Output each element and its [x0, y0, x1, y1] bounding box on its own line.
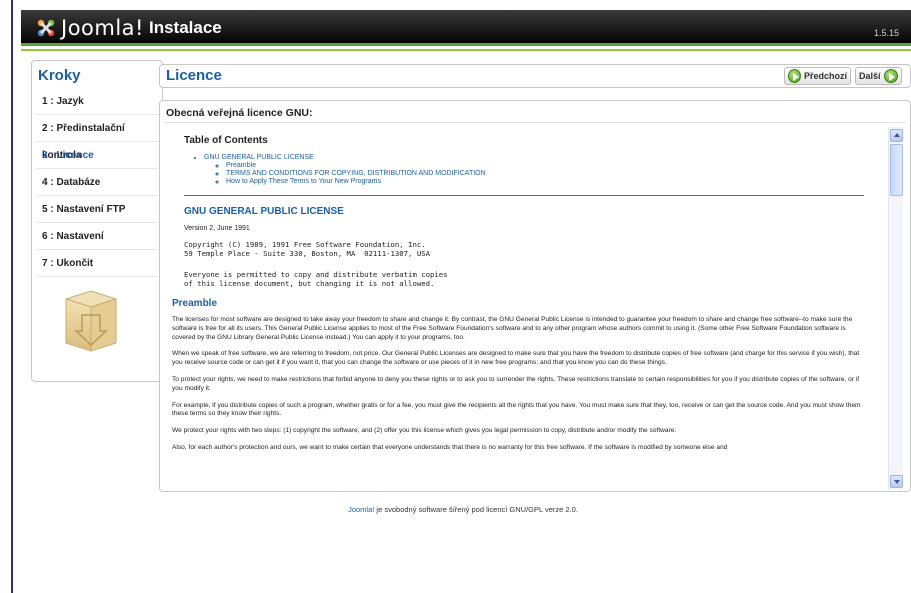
divider [164, 122, 906, 123]
horizontal-rule [184, 195, 864, 196]
joomla-link[interactable]: Joomla! [348, 505, 374, 514]
sidebar-step-license[interactable]: 3 : Licence [36, 142, 158, 169]
sidebar-step-language[interactable]: 1 : Jazyk [36, 88, 158, 115]
arrow-circle-icon [883, 69, 898, 83]
sidebar-step-database[interactable]: 4 : Databáze [36, 169, 158, 196]
header-title: Instalace [149, 18, 222, 37]
toc-link-terms[interactable]: TERMS AND CONDITIONS FOR COPYING, DISTRI… [226, 170, 486, 177]
arrow-circle-icon [788, 69, 801, 83]
page-title: Licence [166, 67, 222, 84]
toc-list: GNU GENERAL PUBLIC LICENSE Preamble TERM… [204, 154, 888, 186]
joomla-logo-text: Joomla! [61, 16, 144, 40]
toc-heading: Table of Contents [184, 135, 268, 146]
header-accent-bar [21, 49, 911, 51]
scroll-thumb[interactable] [890, 144, 903, 196]
sidebar-step-precheck[interactable]: 2 : Předinstalační kontrola [36, 115, 158, 161]
license-paragraph: We protect your rights with two steps: (… [172, 427, 677, 435]
preamble-heading: Preamble [172, 298, 218, 309]
previous-button-label: Předchozí [803, 71, 847, 81]
header-bar: Joomla! Instalace 1.5.15 [21, 10, 911, 46]
toc-link-how-to-apply[interactable]: How to Apply These Terms to Your New Pro… [226, 178, 381, 185]
license-paragraph: To protect your rights, we need to make … [172, 375, 860, 392]
license-paragraph: Also, for each author's protection and o… [172, 443, 728, 451]
copyright-notice: Copyright (C) 1989, 1991 Free Software F… [184, 240, 431, 258]
sidebar-step-finish[interactable]: 7 : Ukončit [36, 250, 158, 277]
license-paragraph: For example, if you distribute copies of… [172, 401, 861, 418]
install-box-icon [60, 289, 122, 353]
joomla-logo: Joomla! [35, 15, 144, 41]
next-button[interactable]: Další [855, 67, 902, 85]
main-area: Licence Předchozí Další Obecná veřejná l… [159, 60, 911, 497]
previous-button[interactable]: Předchozí [784, 67, 851, 85]
license-heading: GNU GENERAL PUBLIC LICENSE [184, 206, 344, 217]
license-panel: Obecná veřejná licence GNU: Table of Con… [159, 100, 911, 492]
scroll-up-icon[interactable] [890, 129, 903, 142]
license-version: Version 2, June 1991 [184, 225, 250, 232]
footer: Joomla! je svobodný software šířený pod … [15, 505, 911, 514]
window-left-edge [0, 0, 13, 593]
license-text-frame[interactable]: Table of Contents GNU GENERAL PUBLIC LIC… [164, 127, 888, 490]
sidebar-step-ftp[interactable]: 5 : Nastavení FTP [36, 196, 158, 223]
toc-link-gpl[interactable]: GNU GENERAL PUBLIC LICENSE [204, 154, 314, 161]
sidebar-title: Kroky [38, 67, 81, 84]
license-paragraph: The licenses for most software are desig… [172, 316, 853, 341]
installer-frame: Joomla! Instalace 1.5.15 Kroky 1 : Jazyk… [15, 0, 911, 593]
license-panel-title: Obecná veřejná licence GNU: [166, 107, 313, 119]
steps-sidebar: Kroky 1 : Jazyk 2 : Předinstalační kontr… [31, 60, 163, 382]
license-paragraph: When we speak of free software, we are r… [172, 350, 860, 367]
toc-link-preamble[interactable]: Preamble [226, 162, 256, 169]
sidebar-step-settings[interactable]: 6 : Nastavení [36, 223, 158, 250]
main-header: Licence Předchozí Další [159, 64, 911, 88]
footer-text: je svobodný software šířený pod licencí … [374, 505, 578, 514]
scroll-down-icon[interactable] [890, 475, 903, 488]
license-scrollbar[interactable] [888, 127, 903, 490]
verbatim-notice: Everyone is permitted to copy and distri… [184, 270, 448, 288]
joomla-logo-icon [35, 17, 57, 39]
version-label: 1.5.15 [873, 28, 899, 38]
next-button-label: Další [859, 71, 881, 81]
